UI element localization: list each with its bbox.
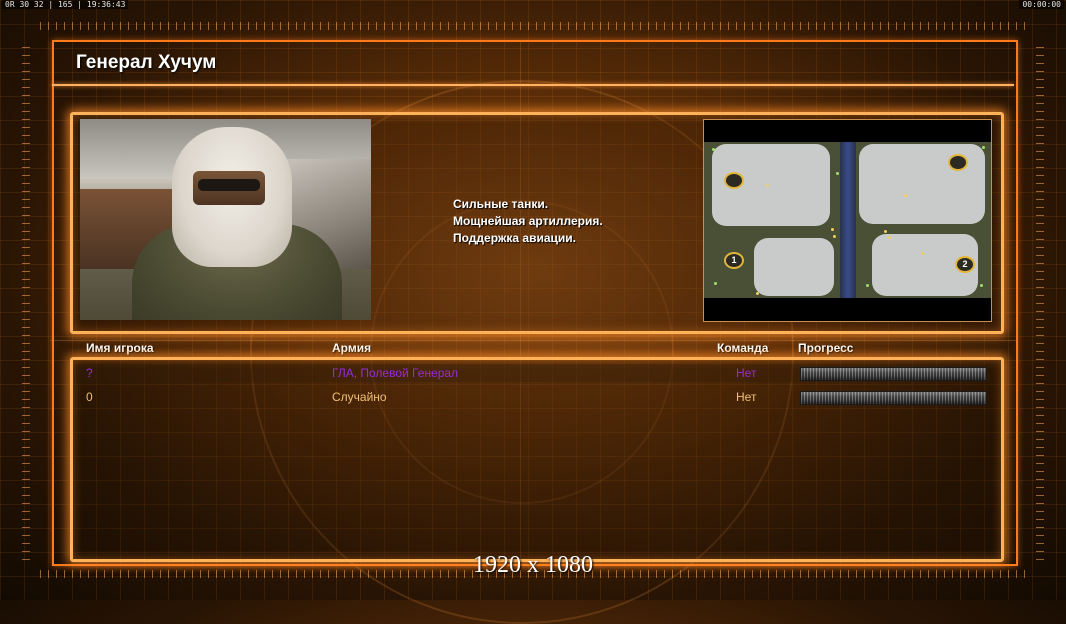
resolution-label: 1920 x 1080 <box>473 552 593 578</box>
general-title: Генерал Хучум <box>76 52 217 73</box>
player-name: ? <box>86 366 93 380</box>
player-team: Нет <box>736 390 757 404</box>
players-panel <box>70 357 1004 562</box>
map-start-position-2: 2 <box>955 256 975 273</box>
ruler-left <box>22 40 30 560</box>
map-preview: 1 2 <box>703 119 992 322</box>
player-progress-bar <box>800 367 987 381</box>
description-line: Поддержка авиации. <box>453 231 576 245</box>
ruler-top <box>40 22 1026 30</box>
player-army: ГЛА, Полевой Генерал <box>332 366 459 380</box>
map-base-marker <box>948 154 968 171</box>
game-timer: 00:00:00 <box>1019 0 1064 9</box>
column-header-progress: Прогресс <box>798 341 854 355</box>
player-team: Нет <box>736 366 757 380</box>
general-portrait <box>80 119 371 320</box>
player-progress-bar <box>800 391 987 405</box>
column-header-player-name: Имя игрока <box>86 341 154 355</box>
description-line: Сильные танки. <box>453 197 549 211</box>
player-name: 0 <box>86 390 93 404</box>
debug-stats: 0R 30 32 | 165 | 19:36:43 <box>2 0 129 9</box>
ruler-right <box>1036 40 1044 560</box>
player-army: Случайно <box>332 390 387 404</box>
general-description: Сильные танки. Мощнейшая артиллерия. Под… <box>453 196 603 247</box>
description-line: Мощнейшая артиллерия. <box>453 214 603 228</box>
title-divider <box>52 84 1014 86</box>
column-header-team: Команда <box>717 341 769 355</box>
column-header-army: Армия <box>332 341 372 355</box>
map-start-position-1: 1 <box>724 252 744 269</box>
map-base-marker <box>724 172 744 189</box>
